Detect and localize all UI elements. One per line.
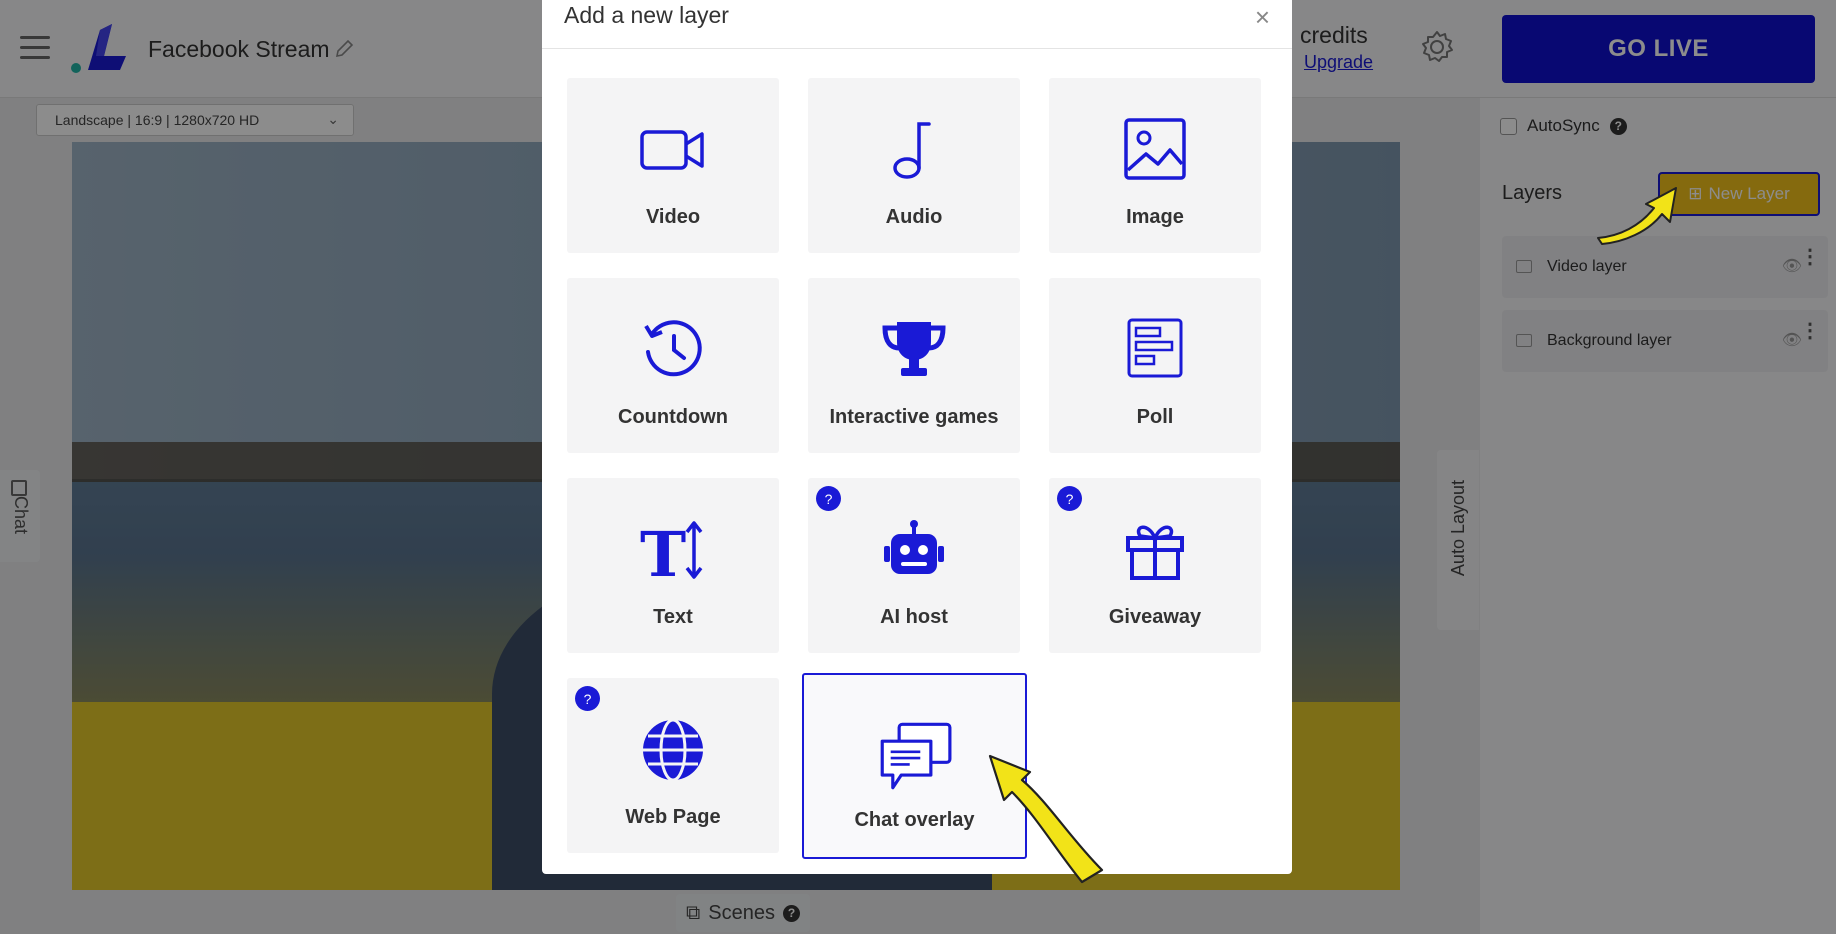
modal-header: Add a new layer × [542,0,1292,49]
globe-icon [643,718,703,782]
tile-label: Countdown [618,406,728,428]
tile-ai-host[interactable]: ? AI host [808,478,1020,653]
tile-label: Video [645,206,701,228]
tile-chat-overlay[interactable]: Chat overlay [802,673,1027,859]
image-icon [1124,118,1186,180]
tile-label: Audio [885,206,943,228]
gift-icon [1126,525,1184,580]
tile-text[interactable]: T Text [567,478,779,653]
robot-icon [884,520,944,574]
tile-label: AI host [880,606,948,628]
tile-image[interactable]: Image [1049,78,1261,253]
tile-poll[interactable]: Poll [1049,278,1261,453]
tile-interactive-games[interactable]: Interactive games [808,278,1020,453]
tile-web-page[interactable]: ? Web Page [567,678,779,853]
trophy-icon [882,322,946,376]
chat-bubbles-icon [880,722,951,790]
tile-countdown[interactable]: Countdown [567,278,779,453]
tile-giveaway[interactable]: ? Giveaway [1049,478,1261,653]
help-icon[interactable]: ? [575,686,600,711]
tile-video[interactable]: Video [567,78,779,253]
clock-history-icon [644,320,702,377]
svg-text:T: T [640,518,686,582]
tile-label: Poll [1136,406,1174,428]
tile-audio[interactable]: Audio [808,78,1020,253]
text-size-icon: T [640,518,703,582]
help-icon[interactable]: ? [1057,486,1082,511]
tile-label: Interactive games [829,406,999,428]
music-note-icon [893,122,931,179]
tile-label: Giveaway [1108,606,1202,628]
close-icon[interactable]: × [1255,2,1270,33]
poll-icon [1127,318,1183,378]
tile-label: Image [1126,206,1184,228]
tile-label: Web Page [625,806,721,828]
video-camera-icon [640,130,704,170]
tile-label: Chat overlay [854,809,975,831]
add-layer-modal: Add a new layer × Video Audio Image Coun… [542,0,1292,874]
help-icon[interactable]: ? [816,486,841,511]
modal-title: Add a new layer [564,2,729,28]
tile-label: Text [653,606,693,628]
